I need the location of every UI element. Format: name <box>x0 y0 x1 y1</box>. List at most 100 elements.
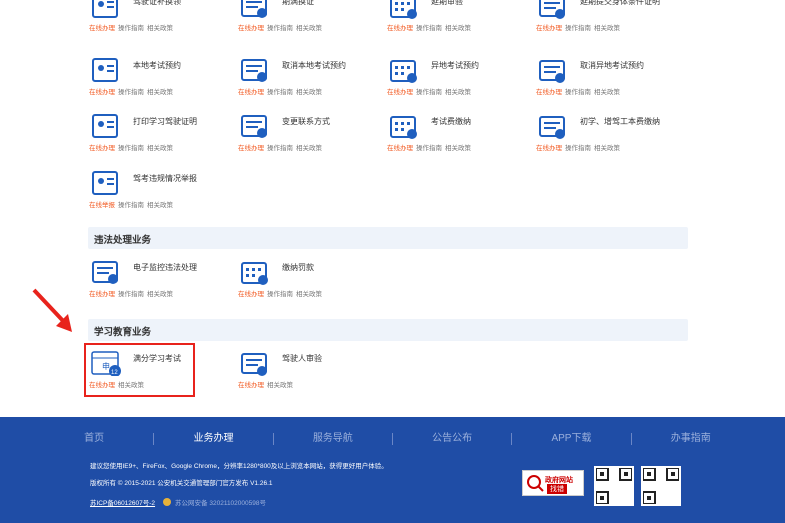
footer-nav-item[interactable]: 服务导航 <box>274 433 393 445</box>
service-item[interactable]: 异地考试预约在线办理 操作指南 相关政策 <box>386 57 535 117</box>
service-name[interactable]: 缴纳罚款 <box>282 263 382 273</box>
info-link[interactable]: 操作指南 <box>118 89 144 96</box>
footer-nav-item[interactable]: APP下载 <box>512 433 632 445</box>
online-handle-link[interactable]: 在线办理 <box>387 89 413 96</box>
service-name[interactable]: 驾驶证补换领 <box>133 0 233 7</box>
info-link[interactable]: 相关政策 <box>445 25 471 32</box>
info-link[interactable]: 操作指南 <box>416 25 442 32</box>
online-handle-link[interactable]: 在线办理 <box>536 25 562 32</box>
service-row: 驾考违规情况举报在线举报 操作指南 相关政策 <box>88 170 237 230</box>
info-link[interactable]: 操作指南 <box>118 145 144 152</box>
service-item[interactable]: 延期提交身体条件证明在线办理 操作指南 相关政策 <box>535 0 684 53</box>
service-item[interactable]: 电子监控违法处理在线办理 操作指南 相关政策 <box>88 259 237 319</box>
service-row: 打印学习驾驶证明 在线办理 操作指南 相关政策 变更联系方式 在线办理 操作指南 相关政策 考试… <box>88 113 684 173</box>
info-link[interactable]: 相关政策 <box>594 25 620 32</box>
info-link[interactable]: 操作指南 <box>565 25 591 32</box>
info-link[interactable]: 操作指南 <box>416 89 442 96</box>
service-item[interactable]: 考试费缴纳在线办理 操作指南 相关政策 <box>386 113 535 173</box>
online-handle-link[interactable]: 在线办理 <box>89 145 115 152</box>
service-links: 在线办理 操作指南 相关政策 <box>536 22 623 32</box>
info-link[interactable]: 操作指南 <box>118 25 144 32</box>
service-item[interactable]: 取消异地考试预约在线办理 操作指南 相关政策 <box>535 57 684 117</box>
online-handle-link[interactable]: 在线举报 <box>89 202 115 209</box>
service-name[interactable]: 本地考试预约 <box>133 61 233 71</box>
service-links: 在线办理 操作指南 相关政策 <box>89 22 176 32</box>
info-link[interactable]: 相关政策 <box>445 145 471 152</box>
gov-website-error-badge[interactable]: 政府网站 找错 <box>522 470 584 496</box>
online-handle-link[interactable]: 在线办理 <box>387 145 413 152</box>
footer-nav-item[interactable]: 公告公布 <box>393 433 513 445</box>
info-link[interactable]: 相关政策 <box>594 89 620 96</box>
footer-nav-item[interactable]: 业务办理 <box>154 433 274 445</box>
service-icon <box>240 259 268 285</box>
info-link[interactable]: 相关政策 <box>296 25 322 32</box>
info-link[interactable]: 操作指南 <box>267 291 293 298</box>
service-links: 在线办理 相关政策 <box>238 379 296 389</box>
service-name[interactable]: 取消本地考试预约 <box>282 61 382 71</box>
online-handle-link[interactable]: 在线办理 <box>89 25 115 32</box>
info-link[interactable]: 操作指南 <box>565 89 591 96</box>
info-link[interactable]: 相关政策 <box>296 291 322 298</box>
service-icon <box>538 57 566 83</box>
online-handle-link[interactable]: 在线办理 <box>238 25 264 32</box>
info-link[interactable]: 相关政策 <box>445 89 471 96</box>
info-link[interactable]: 相关政策 <box>267 382 293 389</box>
service-item[interactable]: 取消本地考试预约在线办理 操作指南 相关政策 <box>237 57 386 117</box>
online-handle-link[interactable]: 在线办理 <box>89 291 115 298</box>
service-name[interactable]: 电子监控违法处理 <box>133 263 233 273</box>
service-item[interactable]: 期满换证在线办理 操作指南 相关政策 <box>237 0 386 53</box>
police-record-link[interactable]: 苏公网安备 32021102000598号 <box>175 497 266 507</box>
online-handle-link[interactable]: 在线办理 <box>238 145 264 152</box>
service-links: 在线办理 操作指南 相关政策 <box>536 142 623 152</box>
info-link[interactable]: 相关政策 <box>147 291 173 298</box>
online-handle-link[interactable]: 在线办理 <box>536 89 562 96</box>
info-link[interactable]: 操作指南 <box>267 89 293 96</box>
service-name[interactable]: 初学、增驾工本费缴纳 <box>580 117 680 127</box>
icp-link[interactable]: 苏ICP备06012607号-2 <box>90 497 155 507</box>
info-link[interactable]: 相关政策 <box>296 89 322 96</box>
info-link[interactable]: 操作指南 <box>565 145 591 152</box>
service-links: 在线办理 操作指南 相关政策 <box>89 288 176 298</box>
online-handle-link[interactable]: 在线办理 <box>387 25 413 32</box>
online-handle-link[interactable]: 在线办理 <box>238 382 264 389</box>
service-name[interactable]: 延期提交身体条件证明 <box>580 0 680 7</box>
service-name[interactable]: 驾考违规情况举报 <box>133 174 233 184</box>
online-handle-link[interactable]: 在线办理 <box>238 291 264 298</box>
info-link[interactable]: 操作指南 <box>267 25 293 32</box>
service-name[interactable]: 期满换证 <box>282 0 382 7</box>
info-link[interactable]: 相关政策 <box>147 145 173 152</box>
service-item[interactable]: 驾驶证补换领在线办理 操作指南 相关政策 <box>88 0 237 53</box>
service-item[interactable]: 缴纳罚款在线办理 操作指南 相关政策 <box>237 259 386 319</box>
service-icon <box>91 113 119 139</box>
service-item[interactable]: 变更联系方式在线办理 操作指南 相关政策 <box>237 113 386 173</box>
info-link[interactable]: 操作指南 <box>118 291 144 298</box>
service-name[interactable]: 打印学习驾驶证明 <box>133 117 233 127</box>
service-item[interactable]: 驾考违规情况举报在线举报 操作指南 相关政策 <box>88 170 237 230</box>
info-link[interactable]: 相关政策 <box>147 25 173 32</box>
service-item[interactable]: 初学、增驾工本费缴纳在线办理 操作指南 相关政策 <box>535 113 684 173</box>
online-handle-link[interactable]: 在线办理 <box>238 89 264 96</box>
service-name[interactable]: 异地考试预约 <box>431 61 531 71</box>
info-link[interactable]: 操作指南 <box>267 145 293 152</box>
online-handle-link[interactable]: 在线办理 <box>536 145 562 152</box>
footer-nav-item[interactable]: 办事指南 <box>632 433 750 445</box>
service-item[interactable]: 延期审验在线办理 操作指南 相关政策 <box>386 0 535 53</box>
info-link[interactable]: 相关政策 <box>594 145 620 152</box>
info-link[interactable]: 相关政策 <box>147 202 173 209</box>
service-item[interactable]: 驾驶人审验在线办理 相关政策 <box>237 350 386 410</box>
info-link[interactable]: 相关政策 <box>296 145 322 152</box>
info-link[interactable]: 操作指南 <box>416 145 442 152</box>
service-name[interactable]: 延期审验 <box>431 0 531 7</box>
service-item[interactable]: 打印学习驾驶证明在线办理 操作指南 相关政策 <box>88 113 237 173</box>
info-link[interactable]: 相关政策 <box>147 89 173 96</box>
service-name[interactable]: 变更联系方式 <box>282 117 382 127</box>
service-item[interactable]: 本地考试预约在线办理 操作指南 相关政策 <box>88 57 237 117</box>
service-name[interactable]: 取消异地考试预约 <box>580 61 680 71</box>
info-link[interactable]: 操作指南 <box>118 202 144 209</box>
section-header-education: 学习教育业务 <box>88 319 688 341</box>
section-title: 违法处理业务 <box>94 235 152 246</box>
service-name[interactable]: 驾驶人审验 <box>282 354 382 364</box>
online-handle-link[interactable]: 在线办理 <box>89 89 115 96</box>
service-name[interactable]: 考试费缴纳 <box>431 117 531 127</box>
footer-nav-item[interactable]: 首页 <box>35 433 155 445</box>
